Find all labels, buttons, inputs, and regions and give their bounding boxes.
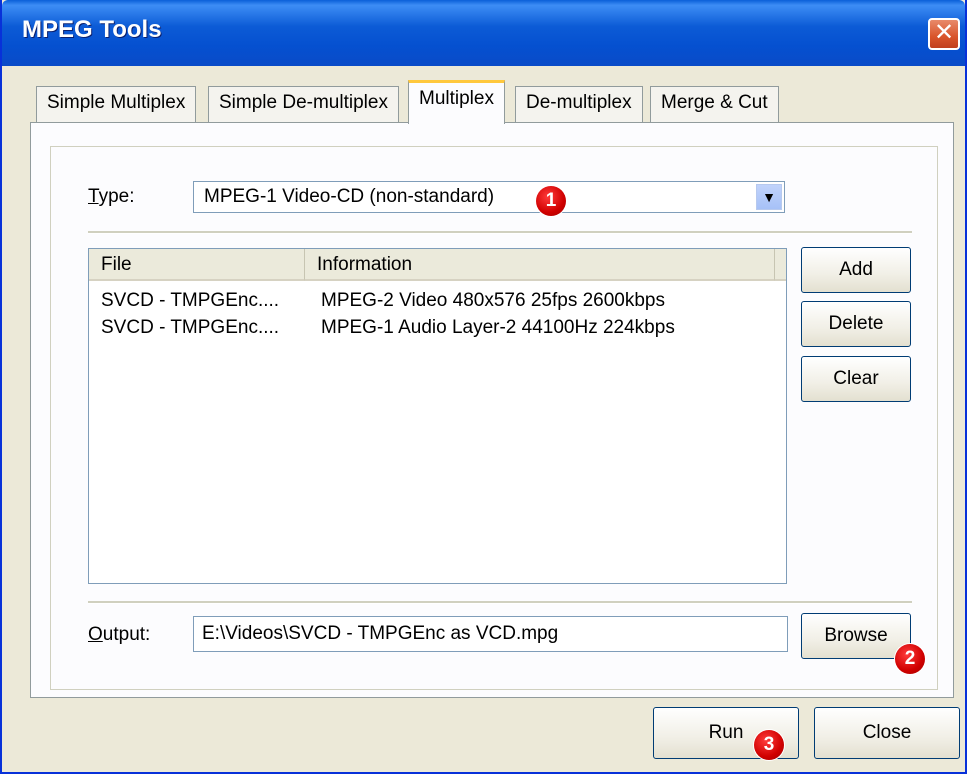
list-item-file: SVCD - TMPGEnc.... (101, 317, 280, 338)
dropdown-button[interactable]: ▼ (756, 184, 782, 210)
close-icon: ✕ (933, 19, 955, 46)
annotation-badge-3: 3 (754, 730, 784, 760)
list-item-information: MPEG-2 Video 480x576 25fps 2600kbps (321, 290, 665, 311)
delete-button[interactable]: Delete (801, 301, 911, 347)
tab-de-multiplex[interactable]: De-multiplex (515, 86, 643, 122)
output-label-text: utput: (102, 624, 151, 645)
mpeg-tools-dialog: MPEG Tools ✕ Simple Multiplex Simple De-… (0, 0, 967, 774)
output-label-mnemonic: O (88, 624, 103, 645)
chevron-down-icon: ▼ (762, 189, 776, 205)
tab-label: Simple Multiplex (47, 92, 186, 113)
column-header-file[interactable]: File (89, 249, 305, 281)
tab-label: Simple De-multiplex (219, 92, 388, 113)
annotation-badge-1: 1 (536, 186, 566, 216)
column-header-filler (775, 249, 786, 281)
tab-simple-multiplex[interactable]: Simple Multiplex (36, 86, 197, 122)
tab-label: Multiplex (419, 88, 494, 109)
output-path-value: E:\Videos\SVCD - TMPGEnc as VCD.mpg (202, 623, 559, 644)
output-label: Output: (88, 624, 150, 646)
tab-label: Merge & Cut (661, 92, 768, 113)
title-bar[interactable]: MPEG Tools ✕ (2, 0, 965, 66)
list-item-file: SVCD - TMPGEnc.... (101, 290, 280, 311)
type-label: Type: (88, 186, 134, 208)
output-path-field[interactable]: E:\Videos\SVCD - TMPGEnc as VCD.mpg (193, 616, 788, 652)
close-window-button[interactable]: ✕ (928, 18, 960, 50)
tab-label: De-multiplex (526, 92, 632, 113)
type-select-value: MPEG-1 Video-CD (non-standard) (204, 186, 495, 207)
close-button[interactable]: Close (814, 707, 960, 759)
browse-button[interactable]: Browse (801, 613, 911, 659)
divider-bottom (88, 601, 912, 604)
column-header-information[interactable]: Information (305, 249, 775, 281)
type-label-mnemonic: T (88, 186, 99, 207)
clear-button[interactable]: Clear (801, 356, 911, 402)
file-list[interactable]: File Information SVCD - TMPGEnc.... MPEG… (88, 248, 787, 584)
annotation-badge-2: 2 (895, 644, 925, 674)
add-button[interactable]: Add (801, 247, 911, 293)
tab-simple-de-multiplex[interactable]: Simple De-multiplex (208, 86, 399, 122)
tab-multiplex[interactable]: Multiplex (408, 80, 505, 124)
window-title: MPEG Tools (22, 16, 162, 43)
type-select[interactable]: MPEG-1 Video-CD (non-standard) ▼ (193, 181, 785, 213)
tab-merge-cut[interactable]: Merge & Cut (650, 86, 779, 122)
list-item-information: MPEG-1 Audio Layer-2 44100Hz 224kbps (321, 317, 675, 338)
divider-top (88, 231, 912, 234)
type-label-text: ype: (98, 186, 135, 207)
